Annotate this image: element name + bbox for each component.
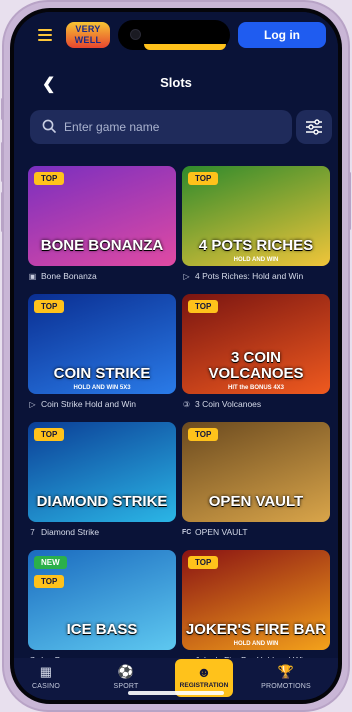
game-art-subtitle: HOLD AND WIN <box>233 641 279 647</box>
game-art-title: JOKER'S FIRE BAR <box>185 621 327 638</box>
game-thumbnail[interactable]: TOP COIN STRIKE HOLD AND WIN 5X3 <box>28 294 176 394</box>
game-card-3-coin-volcanoes[interactable]: TOP 3 COIN VOLCANOES HIT the BONUS 4X3 ③… <box>182 294 330 410</box>
camera-icon <box>130 29 141 40</box>
provider-b-icon: ▣ <box>28 271 37 281</box>
fc-logo-icon: FC <box>182 528 192 536</box>
game-card-jokers-fire-bar[interactable]: TOP JOKER'S FIRE BAR HOLD AND WIN ▷Joker… <box>182 550 330 666</box>
soccer-ball-icon: ⚽ <box>117 664 135 679</box>
phone-frame: VERY WELL Log in ❮ Slots Enter game name… <box>1 0 351 712</box>
game-card-coin-strike[interactable]: TOP COIN STRIKE HOLD AND WIN 5X3 ▷ Coin S… <box>28 294 176 410</box>
game-card-bone-bonanza[interactable]: TOP BONE BONANZA ▣ Bone Bonanza <box>28 166 176 282</box>
slot-machine-icon: ▦ <box>39 664 53 679</box>
top-badge: TOP <box>188 300 219 313</box>
home-indicator <box>128 691 224 695</box>
phone-side-button <box>348 172 351 230</box>
game-thumbnail[interactable]: NEW TOP ICE BASS <box>28 550 176 650</box>
nav-sport-label: SPORT <box>113 683 139 690</box>
sliders-icon <box>306 119 322 135</box>
game-art-title: OPEN VAULT <box>208 493 304 510</box>
phone-side-button <box>1 142 4 182</box>
play-outline-icon: ▷ <box>29 399 36 409</box>
nav-casino[interactable]: ▦ CASINO <box>16 664 76 690</box>
game-card-4-pots-riches[interactable]: TOP 4 POTS RICHES HOLD AND WIN ▷ 4 Pots R… <box>182 166 330 282</box>
logo-text: VERY WELL <box>74 24 102 45</box>
game-art-title: BONE BONANZA <box>40 237 164 254</box>
game-caption: Bone Bonanza <box>41 271 97 281</box>
play-outline-icon: ▷ <box>183 271 190 281</box>
game-caption: 3 Coin Volcanoes <box>195 399 262 409</box>
top-bar: VERY WELL Log in <box>14 12 338 60</box>
seven-icon: 7 <box>30 527 35 537</box>
nav-sport[interactable]: ⚽ SPORT <box>96 664 156 690</box>
search-input[interactable] <box>64 110 284 144</box>
phone-side-button <box>1 98 4 120</box>
game-art-title: ICE BASS <box>66 621 138 638</box>
game-thumbnail[interactable]: TOP DIAMOND STRIKE <box>28 422 176 522</box>
new-badge: NEW <box>34 556 67 569</box>
trophy-icon: 🏆 <box>277 664 295 679</box>
top-badge: TOP <box>188 428 219 441</box>
search-box <box>30 110 292 144</box>
app-screen: VERY WELL Log in ❮ Slots Enter game name… <box>14 12 338 700</box>
game-art-subtitle: HIT the BONUS 4X3 <box>227 385 284 391</box>
game-thumbnail[interactable]: TOP BONE BONANZA <box>28 166 176 266</box>
game-card-ice-bass[interactable]: NEW TOP ICE BASS 7Ice Bass <box>28 550 176 666</box>
menu-icon[interactable] <box>38 29 52 41</box>
game-art-title: 4 POTS RICHES <box>198 237 314 254</box>
game-caption: OPEN VAULT <box>195 527 248 537</box>
nav-registration-label: REGISTRATION <box>179 682 229 689</box>
game-art-subtitle: HOLD AND WIN 5X3 <box>73 385 131 391</box>
game-caption: Coin Strike Hold and Win <box>41 399 136 409</box>
top-badge: TOP <box>34 575 65 588</box>
nav-promotions-label: PROMOTIONS <box>261 683 311 690</box>
game-card-open-vault[interactable]: TOP OPEN VAULT FC OPEN VAULT <box>182 422 330 538</box>
search-icon <box>42 119 56 133</box>
filter-button[interactable] <box>296 110 332 144</box>
game-caption: 4 Pots Riches: Hold and Win <box>195 271 304 281</box>
circle-3-icon: ③ <box>182 399 191 409</box>
brand-logo[interactable]: VERY WELL <box>66 22 110 48</box>
nav-promotions[interactable]: 🏆 PROMOTIONS <box>256 664 316 690</box>
game-art-subtitle: HOLD AND WIN <box>233 257 279 263</box>
game-art-title: 3 COIN VOLCANOES <box>208 349 304 382</box>
top-badge: TOP <box>34 300 65 313</box>
game-thumbnail[interactable]: TOP OPEN VAULT <box>182 422 330 522</box>
page-title: Slots <box>160 75 192 90</box>
top-badge: TOP <box>188 556 219 569</box>
game-thumbnail[interactable]: TOP 4 POTS RICHES HOLD AND WIN <box>182 166 330 266</box>
game-caption: Diamond Strike <box>41 527 100 537</box>
top-badge: TOP <box>188 172 219 185</box>
game-art-title: COIN STRIKE <box>53 365 151 382</box>
game-art-title: DIAMOND STRIKE <box>36 493 168 510</box>
game-thumbnail[interactable]: TOP 3 COIN VOLCANOES HIT the BONUS 4X3 <box>182 294 330 394</box>
game-thumbnail[interactable]: TOP JOKER'S FIRE BAR HOLD AND WIN <box>182 550 330 650</box>
add-user-icon: ☻ <box>196 664 212 680</box>
nav-casino-label: CASINO <box>31 683 61 690</box>
game-card-diamond-strike[interactable]: TOP DIAMOND STRIKE 7 Diamond Strike <box>28 422 176 538</box>
notch-accent <box>144 44 226 50</box>
top-badge: TOP <box>34 172 65 185</box>
top-badge: TOP <box>34 428 65 441</box>
phone-side-button <box>1 192 4 232</box>
login-button[interactable]: Log in <box>238 22 326 48</box>
